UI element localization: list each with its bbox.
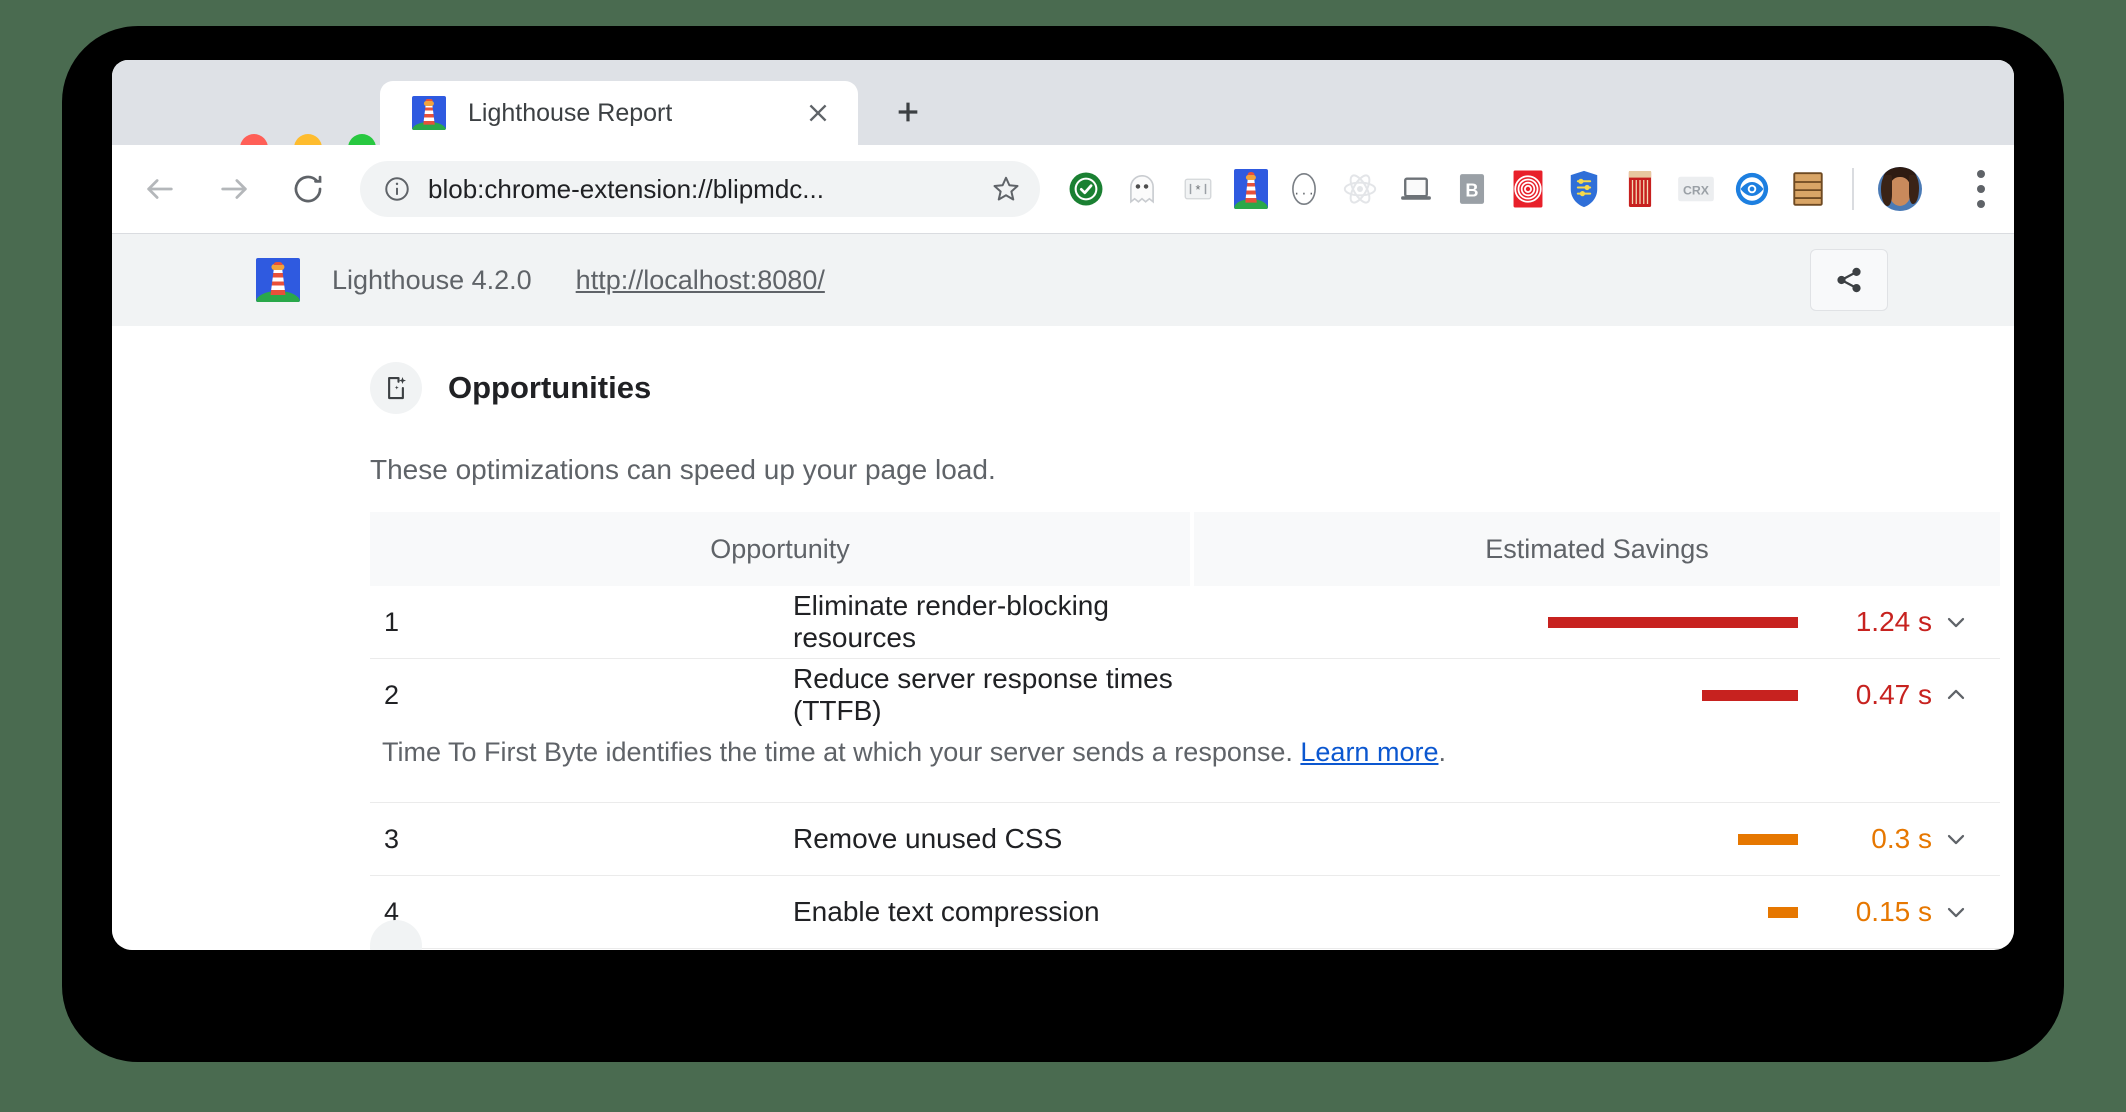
browser-toolbar: blob:chrome-extension://blipmdc... * ...… (112, 145, 2014, 233)
opportunity-sparkle-icon (370, 362, 422, 414)
learn-more-link[interactable]: Learn more (1300, 737, 1438, 767)
table-row[interactable]: 2 Reduce server response times (TTFB) 0.47… (370, 658, 2000, 732)
red-spiral-icon[interactable] (1508, 169, 1548, 209)
avatar[interactable] (1878, 167, 1922, 211)
column-header-estimated-savings: Estimated Savings (1192, 512, 2000, 586)
row-index: 4 (384, 896, 400, 927)
three-dots-icon[interactable] (1960, 163, 2002, 215)
row-index: 3 (384, 823, 400, 854)
savings-bar (1702, 689, 1798, 701)
forward-arrow-icon[interactable] (208, 163, 260, 215)
lighthouse-report-header: Lighthouse 4.2.0 http://localhost:8080/ (112, 233, 2014, 326)
savings-value: 1.24 s (1855, 606, 1932, 637)
table-header-row: Opportunity Estimated Savings (370, 512, 2000, 586)
page-title: Opportunities (448, 370, 652, 405)
row-index: 1 (384, 606, 400, 637)
column-header-opportunity: Opportunity (370, 512, 1194, 586)
savings-value: 0.3 s (1871, 823, 1932, 854)
svg-text:*: * (1194, 183, 1202, 198)
red-book-icon[interactable] (1620, 169, 1660, 209)
row-index: 2 (384, 679, 400, 710)
ghost-icon[interactable] (1122, 169, 1162, 209)
toolbar-divider (1852, 168, 1854, 210)
wood-shelf-icon[interactable] (1788, 169, 1828, 209)
opportunities-table: Opportunity Estimated Savings 1 Eliminate… (370, 512, 2000, 948)
back-arrow-icon[interactable] (134, 163, 186, 215)
svg-text:...: ... (1293, 184, 1315, 198)
bitwarden-b-icon[interactable]: B (1452, 169, 1492, 209)
new-tab-button[interactable] (884, 88, 932, 136)
report-version-label: Lighthouse 4.2.0 (332, 264, 532, 295)
react-atom-icon[interactable] (1340, 169, 1380, 209)
star-icon[interactable] (986, 169, 1026, 209)
estimated-savings-cell: 0.47 s (1192, 659, 2000, 732)
table-row[interactable]: 3 Remove unused CSS 0.3 s (370, 802, 2000, 876)
table-head: Opportunity Estimated Savings (370, 512, 2000, 586)
estimated-savings-cell: 0.15 s (1192, 876, 2000, 949)
lighthouse-icon (412, 96, 446, 130)
chevron-up-icon[interactable] (1942, 681, 1990, 709)
chevron-down-icon[interactable] (1942, 608, 1990, 636)
savings-bar (1548, 616, 1798, 628)
table-row-detail: Time To First Byte identifies the time a… (370, 731, 2000, 803)
browser-window: Lighthouse Report blob:chrome-extension:… (112, 60, 2014, 950)
blue-shield-icon[interactable] (1564, 169, 1604, 209)
crx-icon[interactable]: CRX (1676, 169, 1716, 209)
report-body: Opportunities These optimizations can sp… (112, 326, 2014, 950)
laptop-icon[interactable] (1396, 169, 1436, 209)
chevron-down-icon[interactable] (1942, 825, 1990, 853)
ellipsis-oval-icon[interactable]: ... (1284, 169, 1324, 209)
report-audited-url-link[interactable]: http://localhost:8080/ (576, 265, 825, 296)
reload-icon[interactable] (282, 163, 334, 215)
green-check-shield-icon[interactable] (1066, 169, 1106, 209)
address-bar-url[interactable]: blob:chrome-extension://blipmdc... (428, 174, 986, 205)
svg-text:CRX: CRX (1683, 183, 1710, 197)
opportunity-title: Remove unused CSS (793, 823, 1063, 854)
blue-eye-icon[interactable] (1732, 169, 1772, 209)
chevron-down-icon[interactable] (1942, 898, 1990, 926)
svg-text:B: B (1465, 181, 1478, 201)
lighthouse-extension-icon[interactable] (1234, 169, 1268, 209)
extensions-toolbar: * ... B CRX (1066, 163, 2002, 215)
share-button[interactable] (1810, 249, 1888, 311)
estimated-savings-cell: 0.3 s (1192, 803, 2000, 876)
table-body: 1 Eliminate render-blocking resources 1.24… (370, 586, 2000, 948)
savings-bar (1768, 906, 1798, 918)
estimated-savings-cell: 1.24 s (1192, 586, 2000, 659)
opportunities-section-header: Opportunities (370, 326, 1814, 414)
table-bottom-divider (370, 948, 2000, 949)
lighthouse-icon (256, 258, 300, 302)
info-circle-icon[interactable] (380, 172, 414, 206)
tab-title: Lighthouse Report (468, 98, 673, 127)
table-row[interactable]: 4 Enable text compression 0.15 s (370, 875, 2000, 949)
tab-strip: Lighthouse Report (112, 60, 2014, 162)
address-bar[interactable]: blob:chrome-extension://blipmdc... (360, 161, 1040, 217)
opportunity-description: Time To First Byte identifies the time a… (382, 737, 1446, 767)
savings-bar (1738, 833, 1798, 845)
section-description: These optimizations can speed up your pa… (370, 454, 996, 485)
close-icon[interactable] (802, 97, 834, 129)
savings-value: 0.15 s (1855, 896, 1932, 927)
regex-icon[interactable]: * (1178, 169, 1218, 209)
savings-value: 0.47 s (1855, 679, 1932, 710)
opportunity-title: Enable text compression (793, 896, 1100, 927)
table-row[interactable]: 1 Eliminate render-blocking resources 1.24… (370, 586, 2000, 659)
browser-tab[interactable]: Lighthouse Report (380, 81, 858, 145)
opportunity-title: Eliminate render-blocking resources (793, 590, 1109, 653)
opportunity-title: Reduce server response times (TTFB) (793, 663, 1173, 726)
